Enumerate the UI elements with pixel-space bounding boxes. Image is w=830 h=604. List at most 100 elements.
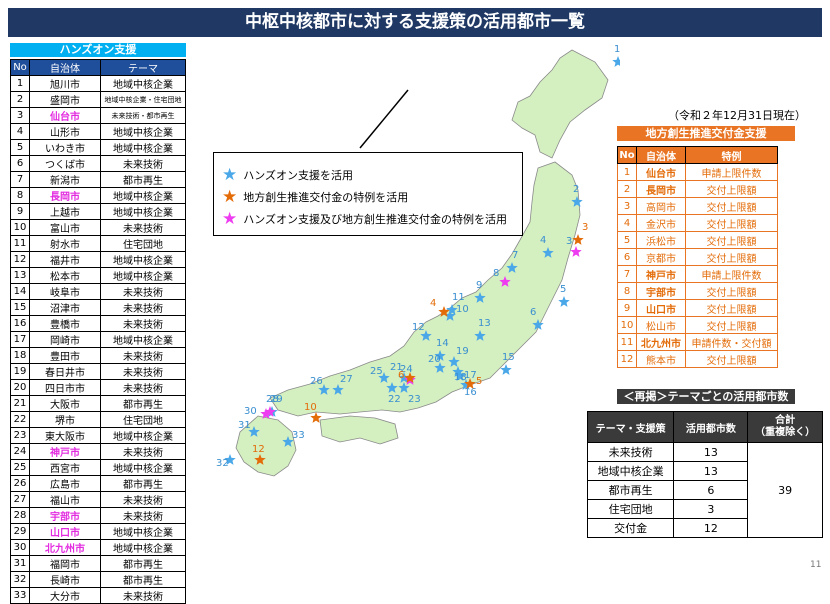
summary-title: ＜再掲＞テーマごとの活用都市数 <box>617 389 795 404</box>
star-label: 10 <box>456 304 469 315</box>
cell-no: 12 <box>617 350 637 368</box>
cell-city: 大分市 <box>29 587 101 604</box>
cell-city: 熊本市 <box>636 350 686 368</box>
cell-no: 18 <box>10 347 30 364</box>
star-label: 23 <box>408 394 421 405</box>
cell-special: 交付上限額 <box>685 214 778 232</box>
table-row: 31 福岡市 都市再生 <box>10 555 186 572</box>
star-label: 5 <box>476 376 482 387</box>
cell-city: つくば市 <box>29 155 101 172</box>
cell-no: 27 <box>10 491 30 508</box>
cell-theme: 未来技術 <box>100 587 186 604</box>
table-row: 11 射水市 住宅団地 <box>10 235 186 252</box>
star-label: 4 <box>540 235 546 246</box>
cell-special: 交付上限額 <box>685 248 778 266</box>
cell-city: 高岡市 <box>636 197 686 215</box>
cell-theme: 地域中核企業 <box>100 539 186 556</box>
column-header: テーマ <box>100 59 186 76</box>
cell-theme: 都市再生 <box>586 480 675 500</box>
cell-no: 12 <box>10 251 30 268</box>
cell-theme: 地域中核企業 <box>100 331 186 348</box>
table-row: 20 四日市市 未来技術 <box>10 379 186 396</box>
grant-table: No 自治体 特例 1 仙台市 申請上限件数 2 長岡市 交付上限額 3 高岡市 交付上限額 4 金… <box>617 146 778 368</box>
cell-special: 交付上限額 <box>685 350 778 368</box>
cell-theme: 地域中核企業 <box>100 267 186 284</box>
cell-no: 5 <box>617 231 637 249</box>
table-row: 27 福山市 未来技術 <box>10 491 186 508</box>
cell-city: 北九州市 <box>29 539 101 556</box>
cell-city: 松山市 <box>636 316 686 334</box>
cell-count: 12 <box>673 518 749 538</box>
cell-city: 山口市 <box>29 523 101 540</box>
cell-city: 岐阜市 <box>29 283 101 300</box>
cell-theme: 住宅団地 <box>100 235 186 252</box>
table-row: 21 大阪市 都市再生 <box>10 395 186 412</box>
cell-theme: 交付金 <box>586 518 675 538</box>
cell-no: 15 <box>10 299 30 316</box>
table-row: 9 上越市 地域中核企業 <box>10 203 186 220</box>
table-row: 33 大分市 未来技術 <box>10 587 186 604</box>
cell-city: 京都市 <box>636 248 686 266</box>
cell-city: 山口市 <box>636 299 686 317</box>
table-row: 23 東大阪市 地域中核企業 <box>10 427 186 444</box>
cell-no: 10 <box>10 219 30 236</box>
cell-no: 20 <box>10 379 30 396</box>
page-number: 11 <box>810 560 822 570</box>
shikoku-shape <box>319 415 399 445</box>
cell-no: 1 <box>10 75 30 92</box>
cell-city: 仙台市 <box>636 163 686 181</box>
cell-theme: 地域中核企業 <box>100 523 186 540</box>
cell-theme: 地域中核企業・住宅団地 <box>100 91 186 108</box>
star-label: 32 <box>216 458 229 469</box>
table-row: 7 新潟市 都市再生 <box>10 171 186 188</box>
star-label: 11 <box>452 292 465 303</box>
cell-no: 5 <box>10 139 30 156</box>
cell-special: 申請上限件数 <box>685 163 778 181</box>
star-label: 19 <box>456 346 469 357</box>
cell-theme: 住宅団地 <box>586 499 675 519</box>
table-row: 11 北九州市 申請件数・交付額 <box>617 333 778 351</box>
cell-special: 申請件数・交付額 <box>685 333 778 351</box>
legend-item-both: ★ ハンズオン支援及び地方創生推進交付金の特例を活用 <box>222 209 508 229</box>
table-row: 5 いわき市 地域中核企業 <box>10 139 186 156</box>
cell-city: 金沢市 <box>636 214 686 232</box>
cell-city: 沼津市 <box>29 299 101 316</box>
cell-no: 32 <box>10 571 30 588</box>
cell-no: 1 <box>617 163 637 181</box>
cell-no: 8 <box>617 282 637 300</box>
table-row: 未来技術 13 39 <box>586 442 823 538</box>
table-row: 14 岐阜市 未来技術 <box>10 283 186 300</box>
cell-theme: 未来技術 <box>100 219 186 236</box>
cell-theme: 地域中核企業 <box>100 459 186 476</box>
cell-city: 射水市 <box>29 235 101 252</box>
cell-no: 7 <box>10 171 30 188</box>
cell-no: 3 <box>617 197 637 215</box>
star-label: 30 <box>244 406 257 417</box>
legend-item-handson: ★ ハンズオン支援を活用 <box>222 165 354 185</box>
cell-city: 宇部市 <box>29 507 101 524</box>
star-label: 20 <box>428 354 441 365</box>
cell-theme: 未来技術・都市再生 <box>100 107 186 124</box>
cell-no: 7 <box>617 265 637 283</box>
cell-city: 堺市 <box>29 411 101 428</box>
table-row: 25 西宮市 地域中核企業 <box>10 459 186 476</box>
table-row: 10 富山市 未来技術 <box>10 219 186 236</box>
star-label: 26 <box>310 376 323 387</box>
cell-city: 浜松市 <box>636 231 686 249</box>
cell-no: 10 <box>617 316 637 334</box>
column-header: 活用都市数 <box>673 411 749 443</box>
cell-special: 交付上限額 <box>685 316 778 334</box>
blue-star-icon <box>612 56 620 67</box>
cell-count: 6 <box>673 480 749 500</box>
star-label: 25 <box>370 366 383 377</box>
table-row: 10 松山市 交付上限額 <box>617 316 778 334</box>
cell-theme: 都市再生 <box>100 571 186 588</box>
cell-theme: 住宅団地 <box>100 411 186 428</box>
table-row: 2 盛岡市 地域中核企業・住宅団地 <box>10 91 186 108</box>
table-row: 3 高岡市 交付上限額 <box>617 197 778 215</box>
star-label: 33 <box>292 430 305 441</box>
cell-theme: 未来技術 <box>100 315 186 332</box>
cell-no: 17 <box>10 331 30 348</box>
cell-theme: 地域中核企業 <box>100 123 186 140</box>
cell-no: 6 <box>10 155 30 172</box>
